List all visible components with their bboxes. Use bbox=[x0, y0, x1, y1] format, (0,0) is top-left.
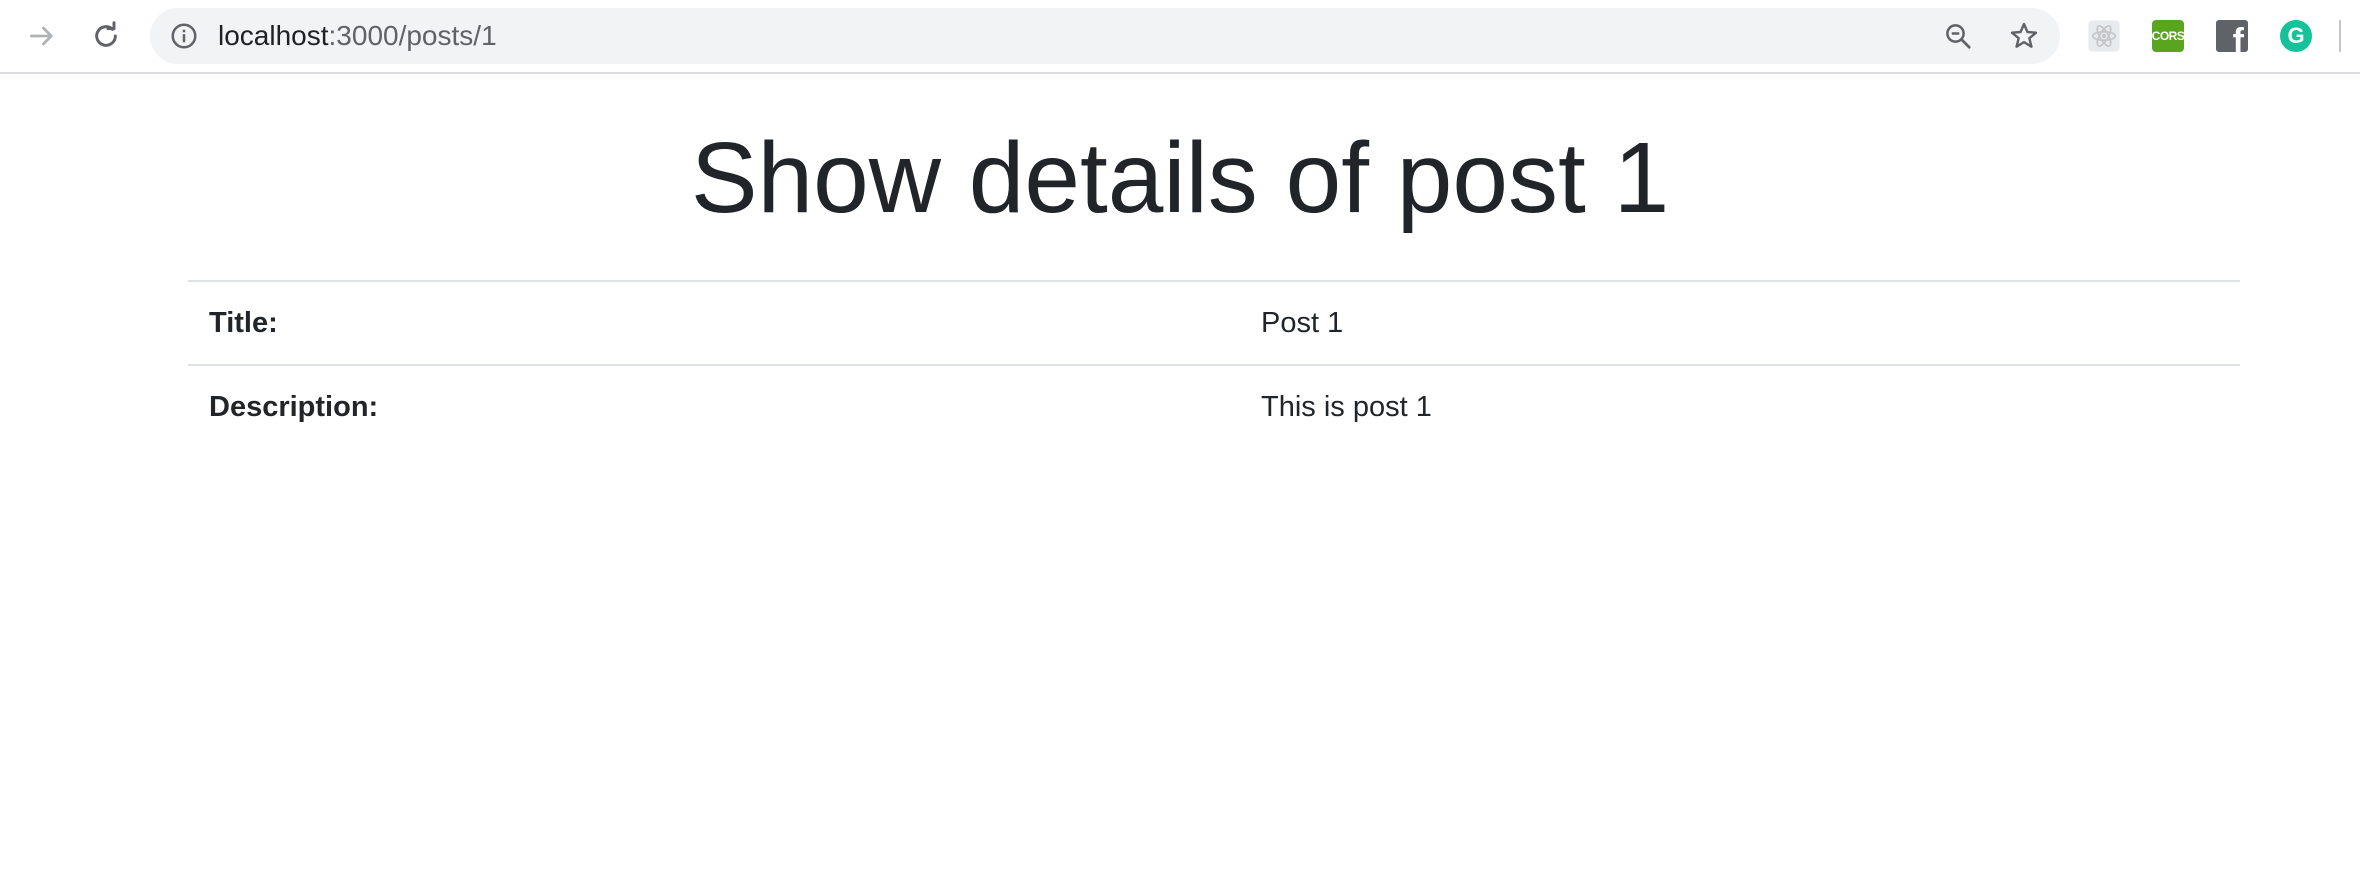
cors-extension[interactable]: CORS bbox=[2150, 18, 2186, 54]
table-row: Description: This is post 1 bbox=[188, 364, 2240, 448]
grammarly-icon: G bbox=[2280, 20, 2312, 52]
title-value: Post 1 bbox=[1240, 280, 2240, 365]
zoom-out-icon bbox=[1946, 24, 1971, 49]
url-text[interactable]: localhost:3000/posts/1 bbox=[218, 8, 497, 64]
react-devtools-extension[interactable] bbox=[2086, 18, 2122, 54]
star-icon bbox=[2010, 22, 2038, 48]
description-value: This is post 1 bbox=[1240, 364, 2240, 448]
page-title: Show details of post 1 bbox=[690, 122, 1670, 234]
description-label: Description: bbox=[188, 364, 1240, 448]
grammarly-label: G bbox=[2287, 23, 2305, 48]
browser-toolbar: localhost:3000/posts/1 CORS f G bbox=[0, 0, 2360, 74]
address-bar[interactable]: localhost:3000/posts/1 bbox=[150, 8, 2060, 64]
cors-label: CORS bbox=[2151, 29, 2185, 43]
site-info-button[interactable] bbox=[168, 20, 200, 52]
arrow-forward-icon bbox=[30, 26, 53, 46]
url-host: localhost bbox=[218, 20, 329, 51]
toolbar-divider bbox=[2339, 20, 2341, 52]
info-icon bbox=[171, 23, 197, 49]
bookmark-button[interactable] bbox=[2006, 18, 2042, 54]
facebook-label: f bbox=[2232, 22, 2244, 52]
title-label: Title: bbox=[188, 280, 1240, 365]
react-icon bbox=[2088, 20, 2120, 52]
details-table: Title: Post 1 Description: This is post … bbox=[188, 280, 2240, 448]
facebook-icon: f bbox=[2216, 20, 2248, 52]
cors-icon: CORS bbox=[2151, 20, 2185, 52]
reload-icon bbox=[95, 21, 117, 47]
table-row: Title: Post 1 bbox=[188, 280, 2240, 365]
forward-button[interactable] bbox=[20, 14, 64, 58]
zoom-button[interactable] bbox=[1940, 18, 1976, 54]
reload-button[interactable] bbox=[84, 14, 128, 58]
facebook-extension[interactable]: f bbox=[2214, 18, 2250, 54]
grammarly-extension[interactable]: G bbox=[2278, 18, 2314, 54]
url-path: :3000/posts/1 bbox=[328, 20, 497, 51]
